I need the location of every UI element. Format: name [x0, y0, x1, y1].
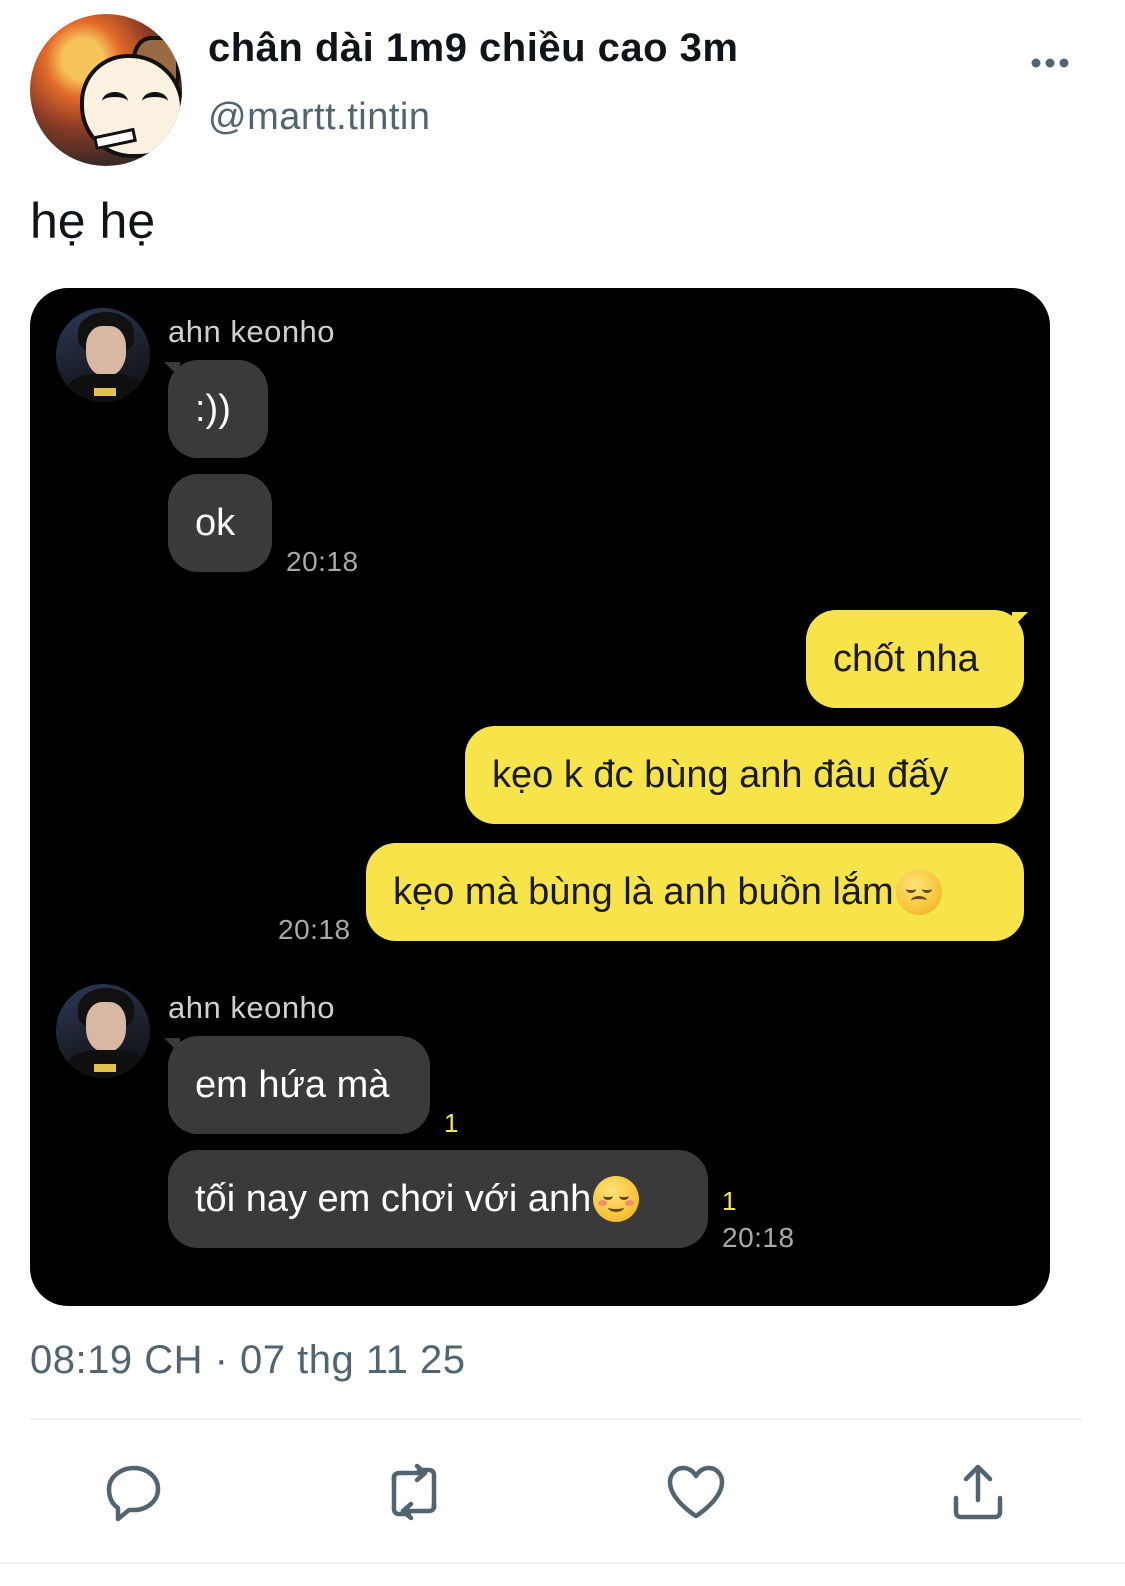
message-time: 20:18	[278, 914, 351, 945]
divider	[30, 1418, 1082, 1420]
more-dots-icon[interactable]	[1030, 56, 1070, 70]
message-text: kẹo mà bùng là anh buồn lắm	[393, 871, 894, 913]
author-display-name[interactable]: chân dài 1m9 chiều cao 3m	[208, 26, 739, 71]
message-bubble-incoming: em hứa mà	[168, 1036, 430, 1134]
message-bubble-outgoing: kẹo mà bùng là anh buồn lắm	[366, 843, 1024, 941]
message-text: tối nay em chơi với anh	[195, 1178, 592, 1220]
message-time: 20:18	[286, 546, 359, 577]
sender-name: ahn keonho	[168, 990, 336, 1025]
sender-name: ahn keonho	[168, 314, 336, 349]
unread-count: 1	[722, 1186, 737, 1216]
bottom-divider	[0, 1562, 1125, 1564]
disappointed-face-icon	[895, 869, 942, 915]
author-avatar[interactable]	[30, 14, 182, 166]
like-icon[interactable]	[664, 1460, 728, 1524]
message-bubble-outgoing: kẹo k đc bùng anh đâu đấy	[465, 726, 1024, 824]
message-bubble-outgoing: chốt nha	[806, 610, 1024, 708]
reply-icon[interactable]	[102, 1460, 166, 1524]
contact-avatar	[56, 984, 150, 1078]
message-bubble-incoming: tối nay em chơi với anh	[168, 1150, 708, 1248]
contact-avatar	[56, 308, 150, 402]
author-handle[interactable]: @martt.tintin	[208, 96, 430, 139]
unread-count: 1	[444, 1108, 459, 1138]
message-bubble-incoming: ok	[168, 474, 272, 572]
message-time: 20:18	[722, 1222, 795, 1253]
tweet-timestamp[interactable]: 08:19 CH · 07 thg 11 25	[30, 1338, 465, 1383]
retweet-icon[interactable]	[382, 1460, 446, 1524]
tweet-text: hẹ hẹ	[30, 193, 156, 249]
smiling-face-icon	[593, 1176, 640, 1222]
message-bubble-incoming: :))	[168, 360, 268, 458]
share-icon[interactable]	[946, 1460, 1010, 1524]
chat-screenshot[interactable]: ahn keonho :)) ok 20:18 chốt nha kẹo k đ…	[30, 288, 1050, 1306]
